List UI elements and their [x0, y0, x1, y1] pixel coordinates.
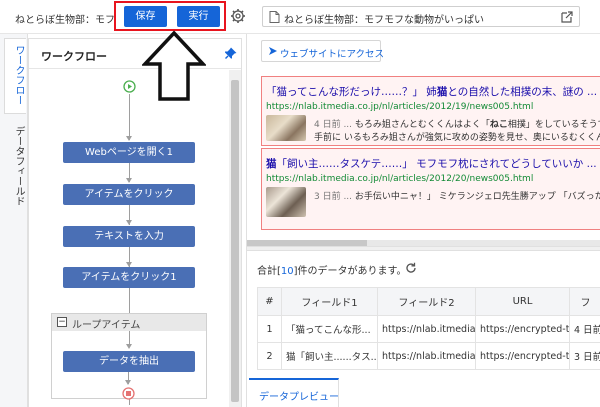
connector-arrow — [126, 136, 132, 141]
result-url: https://nlab.itmedia.co.jp/nl/articles/2… — [266, 102, 534, 112]
connector-arrow — [125, 380, 131, 385]
tab-workflow[interactable]: ワークフロー — [4, 38, 26, 114]
scrollbar-thumb[interactable] — [231, 80, 239, 402]
column-header[interactable]: フィールド1 — [281, 287, 378, 316]
url-bar[interactable]: ねとらぼ生物部：モフモフな動物がいっぱい — [262, 6, 580, 27]
url-text: ねとらぼ生物部：モフモフな動物がいっぱい — [284, 15, 484, 26]
table-cell: https://encrypted-t... — [475, 315, 570, 343]
page-icon — [269, 11, 280, 26]
search-result-2[interactable]: 猫「飼い主……タスケテ……」 モフモフ枕にされてどうしていいか ... http… — [261, 148, 600, 230]
column-header[interactable]: フィールド2 — [377, 287, 476, 316]
column-header[interactable]: # — [257, 287, 282, 316]
data-preview-table: # フィールド1 フィールド2 URL フ 1 「猫ってこんな形... http… — [257, 287, 600, 370]
table-cell: https://nlab.itmedia... — [377, 342, 476, 370]
table-cell: 4 日前 — [569, 315, 600, 343]
connector — [129, 288, 130, 313]
step-enter-text[interactable]: テキストを入力 — [63, 226, 195, 247]
up-arrow-annotation — [142, 30, 206, 101]
result-thumbnail — [266, 115, 306, 141]
table-cell: https://nlab.itmedia... — [377, 315, 476, 343]
refresh-icon[interactable] — [405, 262, 417, 277]
result-url: https://nlab.itmedia.co.jp/nl/articles/2… — [266, 174, 534, 184]
column-header[interactable]: URL — [475, 287, 570, 316]
browser-area: ウェブサイトにアクセス 「猫ってこんな形だっけ……？」 姉猫との自然した相撲の末… — [246, 34, 600, 407]
workflow-header: ワークフロー — [29, 39, 241, 69]
step-open-webpage[interactable]: Webページを開く1 — [63, 142, 195, 163]
table-cell: 猫「飼い主......タス... — [281, 342, 378, 370]
tab-data-fields[interactable]: データフィールド — [4, 120, 26, 230]
table-header-row: # フィールド1 フィールド2 URL フ — [257, 287, 600, 316]
result-title[interactable]: 猫「飼い主……タスケテ……」 モフモフ枕にされてどうしていいか ... — [266, 156, 597, 171]
loop-label: ループアイテム — [72, 320, 141, 331]
table-row[interactable]: 1 「猫ってこんな形... https://nlab.itmedia... ht… — [257, 315, 600, 343]
result-snippet: 3 日前 ... お手伝い中ニャ！」 ミケランジェロ先生勝アップ 「バズった？ — [314, 192, 600, 202]
visit-website-label: ウェブサイトにアクセス — [280, 49, 385, 60]
visit-website-button[interactable]: ウェブサイトにアクセス — [261, 40, 385, 62]
collapse-icon[interactable]: − — [57, 317, 67, 327]
search-results: 「猫ってこんな形だっけ……？」 姉猫との自然した相撲の末、謎の ... http… — [261, 72, 600, 242]
task-title: ねとらぼ生物部：モフ... — [15, 15, 115, 26]
step-extract-data[interactable]: データを抽出 — [63, 351, 195, 372]
open-external-icon[interactable] — [561, 11, 573, 26]
result-snippet: 4 日前 ... もろみ姐さんとむくくんはよく「ねこ相撲」をしているそうですが — [314, 120, 600, 130]
cursor-icon — [268, 46, 278, 59]
connector-arrow — [126, 220, 132, 225]
workflow-canvas[interactable]: Webページを開く1 アイテムをクリック テキストを入力 アイテムをクリック1 … — [29, 70, 241, 407]
loop-header: − ループアイテム — [52, 314, 206, 331]
run-button[interactable]: 実行 — [177, 6, 220, 27]
workflow-panel: ワークフロー Webページを開く1 アイテムをクリック テキストを入力 アイテム… — [28, 38, 242, 407]
result-thumbnail — [266, 187, 306, 217]
connector-arrow — [126, 178, 132, 183]
column-header[interactable]: フ — [569, 287, 600, 316]
data-summary: 合計[10]件のデータがあります。 — [257, 266, 407, 277]
tab-data-preview[interactable]: データプレビュー — [249, 378, 339, 407]
table-cell: https://encrypted-t... — [475, 342, 570, 370]
table-row[interactable]: 2 猫「飼い主......タス... https://nlab.itmedia.… — [257, 342, 600, 370]
pane-splitter[interactable] — [247, 246, 600, 251]
table-cell: 「猫ってこんな形... — [281, 315, 378, 343]
search-result-1[interactable]: 「猫ってこんな形だっけ……？」 姉猫との自然した相撲の末、謎の ... http… — [261, 76, 600, 146]
gear-icon[interactable] — [230, 8, 246, 24]
end-icon — [122, 387, 135, 403]
result-snippet: 手前に いるもろみ姐さんが強気に攻めの姿勢を見せ、奥にいるむくくんが — [314, 133, 600, 143]
vertical-tab-bar: ワークフロー データフィールド — [0, 34, 28, 407]
pin-icon[interactable] — [225, 47, 237, 62]
connector — [129, 94, 130, 140]
table-cell: 2 — [257, 342, 282, 370]
table-cell: 1 — [257, 315, 282, 343]
step-click-item[interactable]: アイテムをクリック — [63, 184, 195, 205]
step-click-item-1[interactable]: アイテムをクリック1 — [63, 267, 195, 288]
top-bar: ねとらぼ生物部：モフ... 保存 実行 ねとらぼ生物部：モフモフな動物がいっぱい — [0, 0, 600, 34]
save-button[interactable]: 保存 — [124, 6, 167, 27]
table-cell: 3 日前 — [569, 342, 600, 370]
result-title[interactable]: 「猫ってこんな形だっけ……？」 姉猫との自然した相撲の末、謎の ... — [266, 84, 597, 99]
connector-arrow — [126, 344, 132, 349]
workflow-title: ワークフロー — [41, 50, 107, 63]
